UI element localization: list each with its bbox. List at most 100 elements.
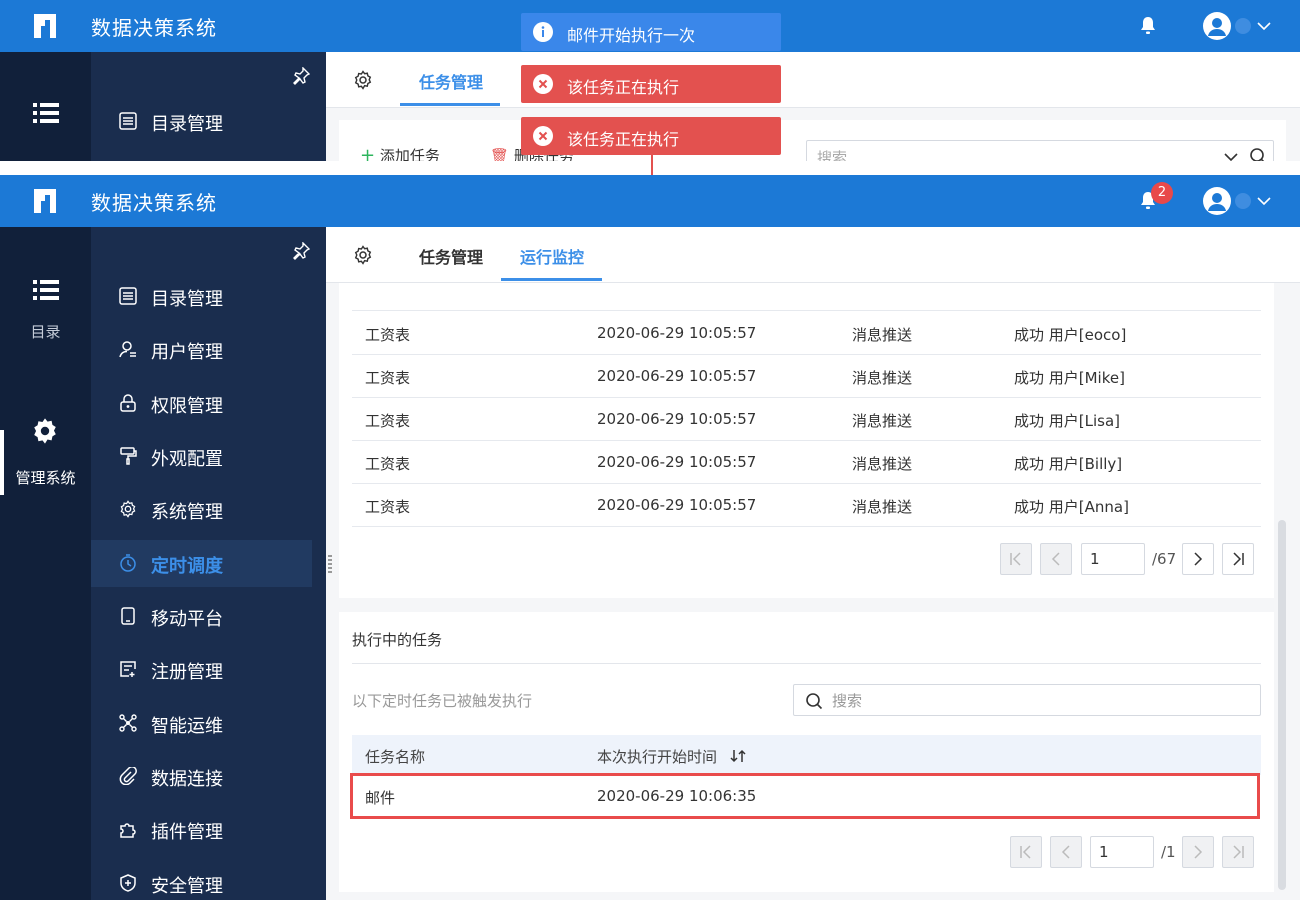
sidebar-item-smart-ops[interactable]: 智能运维: [91, 700, 312, 747]
prev-page-button[interactable]: [1050, 836, 1082, 868]
pin-icon[interactable]: [292, 67, 310, 85]
sidebar-item-registration[interactable]: 注册管理: [91, 646, 312, 693]
notification-bell-icon[interactable]: [1139, 16, 1157, 36]
app-title: 数据决策系统: [91, 191, 217, 215]
toast-info: 邮件开始执行一次: [521, 13, 781, 51]
user-icon: [119, 341, 136, 358]
sidebar-item-label: 用户管理: [151, 342, 223, 363]
toast-error: 该任务正在执行: [521, 65, 781, 103]
chevron-right-icon: [1194, 845, 1203, 859]
catalog-icon: [119, 112, 137, 130]
last-page-icon: [1233, 845, 1244, 859]
rail-item-catalog[interactable]: 目录: [0, 269, 91, 349]
user-name-blurred: [1235, 193, 1251, 209]
sidebar-item-system[interactable]: 系统管理: [91, 486, 312, 533]
sidebar-item-catalog[interactable]: 目录管理: [91, 273, 312, 320]
lock-icon: [120, 394, 136, 412]
divider: [352, 663, 1261, 664]
sidebar-item-users[interactable]: 用户管理: [91, 326, 312, 373]
tab-task-management[interactable]: 任务管理: [419, 69, 483, 93]
user-icon: [1208, 18, 1226, 36]
user-icon: [1208, 193, 1226, 211]
active-tab-indicator: [501, 278, 602, 281]
chevron-down-icon[interactable]: [1256, 18, 1272, 34]
user-avatar[interactable]: [1203, 187, 1231, 215]
tabbar: 任务管理 运行监控: [326, 227, 1300, 283]
trash-icon: 🗑: [490, 147, 510, 161]
catalog-icon: [119, 287, 137, 305]
vertical-scrollbar[interactable]: [1278, 520, 1286, 890]
tab-run-monitor[interactable]: 运行监控: [520, 244, 584, 268]
table-row: 工资表 2020-06-29 10:05:57 消息推送 成功 用户[Anna]: [352, 484, 1261, 527]
search-icon: [806, 693, 823, 710]
top-sidebar-item-catalog[interactable]: 目录管理: [91, 98, 312, 145]
sidebar-item-scheduling[interactable]: 定时调度: [91, 540, 312, 587]
app-title: 数据决策系统: [91, 16, 217, 40]
column-header-task-name[interactable]: 任务名称: [365, 746, 425, 767]
link-icon: [119, 767, 137, 785]
sidebar-item-data-connection[interactable]: 数据连接: [91, 753, 312, 800]
list-icon: [33, 280, 59, 300]
app-logo-icon: [34, 14, 56, 38]
chevron-down-icon[interactable]: [1223, 149, 1239, 161]
user-avatar[interactable]: [1203, 12, 1231, 40]
page-number-input[interactable]: 1: [1090, 836, 1154, 868]
first-page-icon: [1010, 552, 1021, 566]
register-icon: [120, 661, 136, 677]
main-header: 数据决策系统 2: [0, 175, 1300, 227]
sidebar-item-mobile[interactable]: 移动平台: [91, 593, 312, 640]
chevron-down-icon[interactable]: [1256, 193, 1272, 209]
resize-handle[interactable]: [328, 555, 332, 573]
add-task-button[interactable]: + 添加任务: [360, 145, 440, 161]
task-search-input[interactable]: 搜索: [806, 140, 1274, 161]
prev-page-button[interactable]: [1040, 543, 1072, 575]
sort-icon[interactable]: [730, 748, 746, 764]
first-page-button[interactable]: [1000, 543, 1032, 575]
toast-error: 该任务正在执行: [521, 117, 781, 155]
settings-gear-icon[interactable]: [353, 70, 373, 90]
sidebar-item-security[interactable]: 安全管理: [91, 860, 312, 900]
pin-icon[interactable]: [292, 242, 310, 260]
next-page-button[interactable]: [1182, 836, 1214, 868]
plugin-icon: [120, 823, 136, 838]
main-screenshot-frame: 数据决策系统 2 目录 管理系统 目录管理 用户管理 权限管理 外观配置 系统管…: [0, 175, 1300, 900]
section-subtitle: 以下定时任务已被触发执行: [352, 692, 533, 710]
column-header-start-time[interactable]: 本次执行开始时间: [597, 746, 717, 767]
table-header: 任务名称 本次执行开始时间: [352, 735, 1261, 775]
gear-icon: [120, 500, 136, 518]
error-icon: [533, 74, 553, 94]
sidebar-item-permissions[interactable]: 权限管理: [91, 380, 312, 427]
page-total: /1: [1161, 843, 1176, 861]
sidebar-item-label: 注册管理: [151, 662, 223, 683]
page-number-input[interactable]: 1: [1081, 543, 1145, 575]
ops-icon: [119, 714, 137, 732]
mobile-icon: [121, 607, 135, 625]
chevron-right-icon: [1194, 552, 1203, 566]
running-search-input[interactable]: 搜索: [793, 684, 1261, 716]
next-page-button[interactable]: [1182, 543, 1214, 575]
sidebar-item-label: 智能运维: [151, 716, 223, 737]
last-page-button[interactable]: [1222, 836, 1254, 868]
brush-icon: [120, 447, 137, 465]
info-icon: [533, 22, 553, 42]
rail-item-admin[interactable]: 管理系统: [0, 417, 91, 507]
timer-icon: [120, 554, 136, 572]
settings-gear-icon[interactable]: [353, 245, 373, 265]
top-nav-rail: [0, 52, 91, 161]
last-page-button[interactable]: [1222, 543, 1254, 575]
sidebar-item-label: 目录管理: [151, 289, 223, 310]
sidebar-item-label: 系统管理: [151, 502, 223, 523]
first-page-button[interactable]: [1010, 836, 1042, 868]
table-row: 工资表 2020-06-29 10:05:57 消息推送 成功 用户[Billy…: [352, 441, 1261, 484]
last-page-icon: [1233, 552, 1244, 566]
running-task-row-highlighted[interactable]: 邮件 2020-06-29 10:06:35: [350, 773, 1260, 819]
tab-task-management[interactable]: 任务管理: [419, 244, 483, 268]
search-icon[interactable]: [1249, 147, 1267, 161]
sidebar-item-label: 目录管理: [151, 114, 223, 135]
notification-badge: 2: [1151, 182, 1173, 204]
list-icon[interactable]: [33, 102, 59, 124]
sidebar-item-appearance[interactable]: 外观配置: [91, 433, 312, 480]
nav-rail: 目录 管理系统: [0, 227, 91, 900]
sidebar-item-label: 外观配置: [151, 449, 223, 470]
sidebar-item-plugins[interactable]: 插件管理: [91, 806, 312, 853]
